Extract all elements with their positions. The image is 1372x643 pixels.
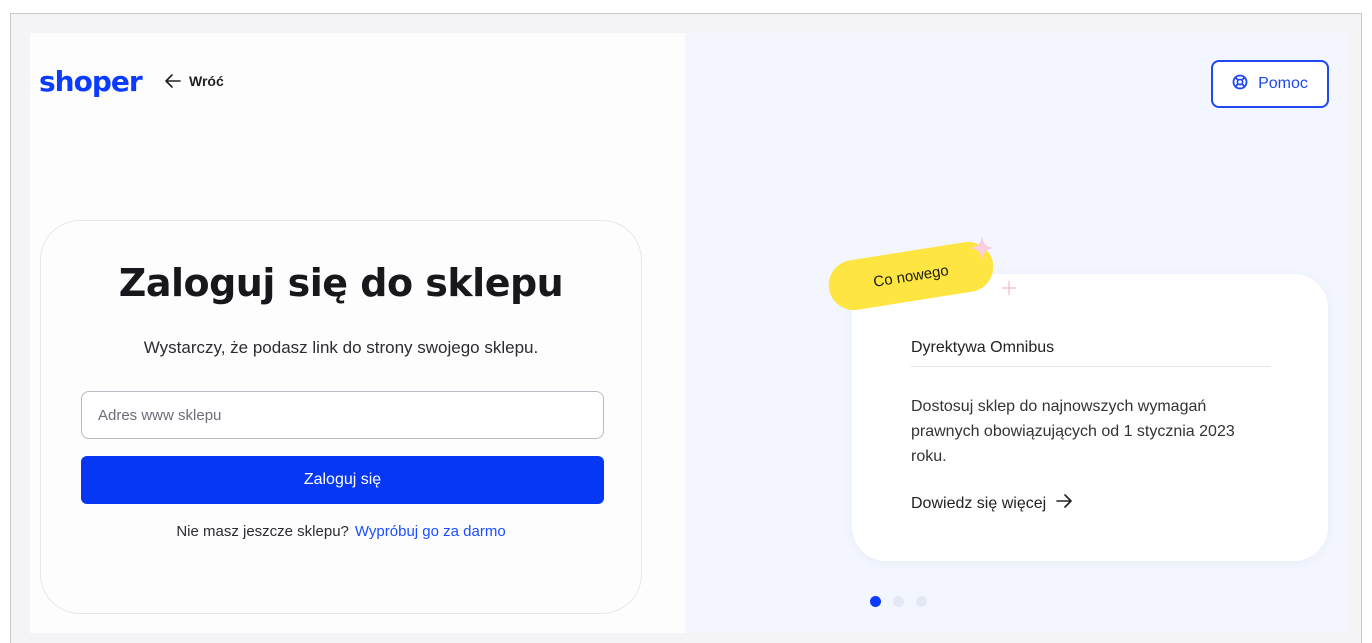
login-subtitle: Wystarczy, że podasz link do strony swoj… [143,338,539,357]
signup-row: Nie masz jeszcze sklepu? Wypróbuj go za d… [41,523,641,540]
help-label: Pomoc [1258,75,1308,92]
news-card: Dyrektywa Omnibus Dostosuj sklep do najn… [852,274,1328,561]
login-card: Zaloguj się do sklepu Wystarczy, że poda… [40,220,642,614]
back-label: Wróć [189,73,224,89]
signup-link[interactable]: Wypróbuj go za darmo [355,523,506,540]
carousel-dot-1[interactable] [870,596,881,607]
learn-more-link[interactable]: Dowiedz się więcej [911,494,1072,513]
small-sparkle-icon [1002,281,1016,295]
shoper-logo[interactable]: shoper [39,65,143,98]
signup-prompt: Nie masz jeszcze sklepu? [176,523,349,540]
back-link[interactable]: Wróć [165,73,224,89]
lifebuoy-icon [1232,74,1248,95]
news-text: Dostosuj sklep do najnowszych wymagań pr… [911,398,1235,465]
shop-url-input[interactable] [81,391,604,439]
carousel-dot-2[interactable] [893,596,904,607]
news-divider [911,366,1271,367]
arrow-left-icon [165,74,181,88]
learn-more-label: Dowiedz się więcej [911,494,1047,512]
login-panel: shoper Wróć Zaloguj się do sklepu Wystar… [30,33,685,633]
help-button[interactable]: Pomoc [1211,60,1329,108]
sparkle-icon [969,235,995,261]
news-panel: Pomoc Dyrektywa Omnibus Dostosuj sklep d… [685,33,1347,633]
page-title: Zaloguj się do sklepu [118,261,564,305]
arrow-right-icon [1056,494,1072,513]
news-title: Dyrektywa Omnibus [911,339,1055,356]
login-button[interactable]: Zaloguj się [81,456,604,504]
carousel-dots [870,596,927,607]
carousel-dot-3[interactable] [916,596,927,607]
